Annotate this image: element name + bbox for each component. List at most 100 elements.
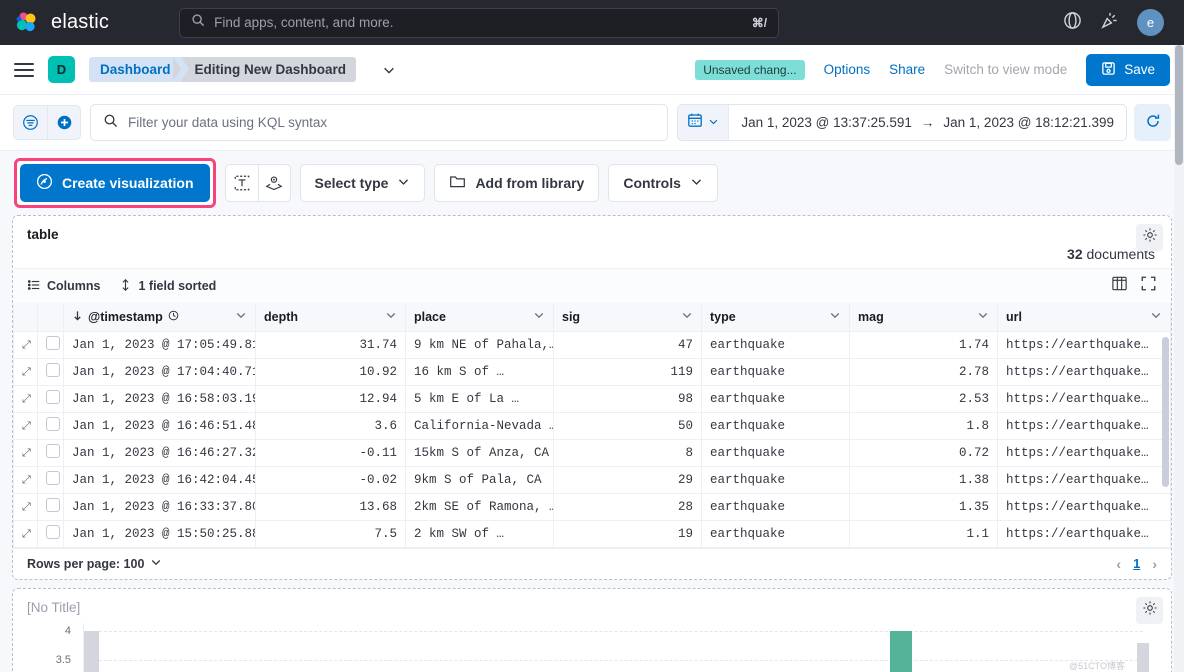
table-row[interactable]: ⤢ Jan 1, 2023 @ 17:04:40.710 10.92 16 km…	[13, 358, 1171, 386]
previous-page-button[interactable]: ‹	[1116, 556, 1121, 572]
expand-row-button[interactable]: ⤢	[13, 493, 38, 521]
chevron-down-icon[interactable]	[385, 309, 397, 324]
date-end[interactable]: Jan 1, 2023 @ 18:12:21.399	[943, 115, 1114, 130]
chevron-down-icon[interactable]	[681, 309, 693, 324]
data-grid-vertical-scrollbar[interactable]	[1162, 337, 1169, 487]
breadcrumb-chevron-down-icon[interactable]	[382, 63, 396, 77]
expand-row-button[interactable]: ⤢	[13, 331, 38, 359]
column-header-timestamp[interactable]: @timestamp	[63, 303, 256, 332]
create-visualization-label: Create visualization	[62, 175, 194, 191]
expand-row-button[interactable]: ⤢	[13, 385, 38, 413]
panel-context-menu-button[interactable]	[1136, 224, 1163, 251]
create-visualization-button[interactable]: Create visualization	[20, 164, 210, 202]
column-header-url[interactable]: url	[997, 303, 1171, 332]
column-header-type[interactable]: type	[701, 303, 850, 332]
table-row[interactable]: ⤢ Jan 1, 2023 @ 15:50:25.880 7.5 2 km SW…	[13, 520, 1171, 548]
chevron-down-icon[interactable]	[533, 309, 545, 324]
user-avatar[interactable]: e	[1137, 9, 1164, 36]
cell-sig: 98	[553, 385, 702, 413]
filter-options-icon[interactable]	[13, 105, 47, 140]
page-scrollbar-thumb[interactable]	[1175, 45, 1183, 165]
save-button[interactable]: Save	[1086, 53, 1170, 86]
table-row[interactable]: ⤢ Jan 1, 2023 @ 16:33:37.800 13.68 2km S…	[13, 493, 1171, 521]
select-row-checkbox[interactable]	[37, 412, 64, 440]
chart-bar[interactable]	[84, 630, 99, 672]
table-row[interactable]: ⤢ Jan 1, 2023 @ 17:05:49.810 31.74 9 km …	[13, 331, 1171, 359]
save-button-label: Save	[1124, 62, 1155, 77]
refresh-button[interactable]	[1134, 104, 1171, 141]
cell-depth: 3.6	[255, 412, 406, 440]
breadcrumb-dashboard[interactable]: Dashboard	[89, 57, 188, 82]
table-row[interactable]: ⤢ Jan 1, 2023 @ 16:46:27.320 -0.11 15km …	[13, 439, 1171, 467]
cell-depth: -0.11	[255, 439, 406, 467]
dashboard-edit-toolbar: Create visualization Select type Add fro…	[0, 151, 1184, 215]
date-start[interactable]: Jan 1, 2023 @ 13:37:25.591	[741, 115, 912, 130]
brand[interactable]: elastic	[14, 10, 109, 36]
chart-panel: [No Title] 4 3.5 @51CTO博客	[12, 587, 1172, 672]
select-row-checkbox[interactable]	[37, 493, 64, 521]
cell-mag: 1.8	[849, 412, 998, 440]
add-text-icon[interactable]	[224, 164, 258, 202]
data-grid-scroll-region[interactable]: @timestamp depth place sig type mag url …	[13, 303, 1171, 548]
table-row[interactable]: ⤢ Jan 1, 2023 @ 16:46:51.484 3.6 Califor…	[13, 412, 1171, 440]
expand-row-button[interactable]: ⤢	[13, 520, 38, 548]
table-row[interactable]: ⤢ Jan 1, 2023 @ 16:58:03.190 12.94 5 km …	[13, 385, 1171, 413]
chevron-down-icon[interactable]	[1150, 309, 1162, 324]
expand-row-button[interactable]: ⤢	[13, 412, 38, 440]
select-row-checkbox[interactable]	[37, 385, 64, 413]
chart-bar[interactable]	[890, 630, 912, 672]
query-bar-row: Filter your data using KQL syntax Jan 1,…	[0, 95, 1184, 151]
select-row-checkbox[interactable]	[37, 520, 64, 548]
page-scrollbar-track[interactable]	[1174, 45, 1184, 672]
chevron-down-icon[interactable]	[829, 309, 841, 324]
kql-search-input[interactable]: Filter your data using KQL syntax	[90, 104, 669, 141]
column-display-icon[interactable]	[1111, 275, 1128, 297]
add-filter-icon[interactable]	[47, 105, 81, 140]
select-row-checkbox[interactable]	[37, 331, 64, 359]
cell-type: earthquake	[701, 358, 850, 386]
menu-icon[interactable]	[14, 62, 34, 77]
expand-row-button[interactable]: ⤢	[13, 466, 38, 494]
chart-plot-area[interactable]: 4 3.5 @51CTO博客	[27, 622, 1157, 672]
help-icon[interactable]	[1063, 11, 1082, 35]
global-search-input[interactable]: Find apps, content, and more. ⌘/	[179, 7, 780, 38]
select-row-checkbox[interactable]	[37, 358, 64, 386]
column-header-depth[interactable]: depth	[255, 303, 406, 332]
add-from-library-button[interactable]: Add from library	[434, 164, 600, 202]
add-map-icon[interactable]	[257, 164, 291, 202]
chart-bar[interactable]	[1137, 642, 1149, 672]
select-row-checkbox[interactable]	[37, 439, 64, 467]
page-number-1[interactable]: 1	[1133, 556, 1140, 571]
sort-fields-button[interactable]: 1 field sorted	[119, 278, 216, 295]
columns-button[interactable]: Columns	[27, 278, 100, 295]
select-type-button[interactable]: Select type	[299, 164, 426, 202]
expand-row-button[interactable]: ⤢	[13, 439, 38, 467]
column-header-sig[interactable]: sig	[553, 303, 702, 332]
dashboard-app-badge[interactable]: D	[48, 56, 75, 83]
panel-context-menu-button[interactable]	[1136, 596, 1163, 624]
calendar-icon	[687, 112, 703, 133]
table-panel: table 32 documents Columns 1 field sorte…	[12, 215, 1172, 580]
expand-row-button[interactable]: ⤢	[13, 358, 38, 386]
column-header-place[interactable]: place	[405, 303, 554, 332]
breadcrumb-editing-new-dashboard[interactable]: Editing New Dashboard	[172, 57, 357, 82]
column-header-mag[interactable]: mag	[849, 303, 998, 332]
date-range-picker[interactable]: Jan 1, 2023 @ 13:37:25.591 → Jan 1, 2023…	[677, 104, 1127, 141]
chevron-down-icon[interactable]	[977, 309, 989, 324]
chevron-down-icon[interactable]	[235, 309, 247, 324]
fullscreen-icon[interactable]	[1140, 275, 1157, 297]
rows-per-page-button[interactable]: Rows per page: 100	[27, 556, 162, 571]
y-tick-3-5: 3.5	[55, 653, 71, 666]
table-row[interactable]: ⤢ Jan 1, 2023 @ 16:42:04.450 -0.02 9km S…	[13, 466, 1171, 494]
options-button[interactable]: Options	[824, 62, 871, 77]
select-row-checkbox[interactable]	[37, 466, 64, 494]
calendar-icon-button[interactable]	[678, 105, 730, 140]
cell-depth: 13.68	[255, 493, 406, 521]
next-page-button[interactable]: ›	[1152, 556, 1157, 572]
switch-to-view-mode-button[interactable]: Switch to view mode	[944, 62, 1067, 77]
share-button[interactable]: Share	[889, 62, 925, 77]
announcements-icon[interactable]	[1100, 11, 1119, 35]
search-icon	[191, 13, 205, 32]
controls-button[interactable]: Controls	[608, 164, 718, 202]
date-range-values[interactable]: Jan 1, 2023 @ 13:37:25.591 → Jan 1, 2023…	[729, 115, 1126, 130]
